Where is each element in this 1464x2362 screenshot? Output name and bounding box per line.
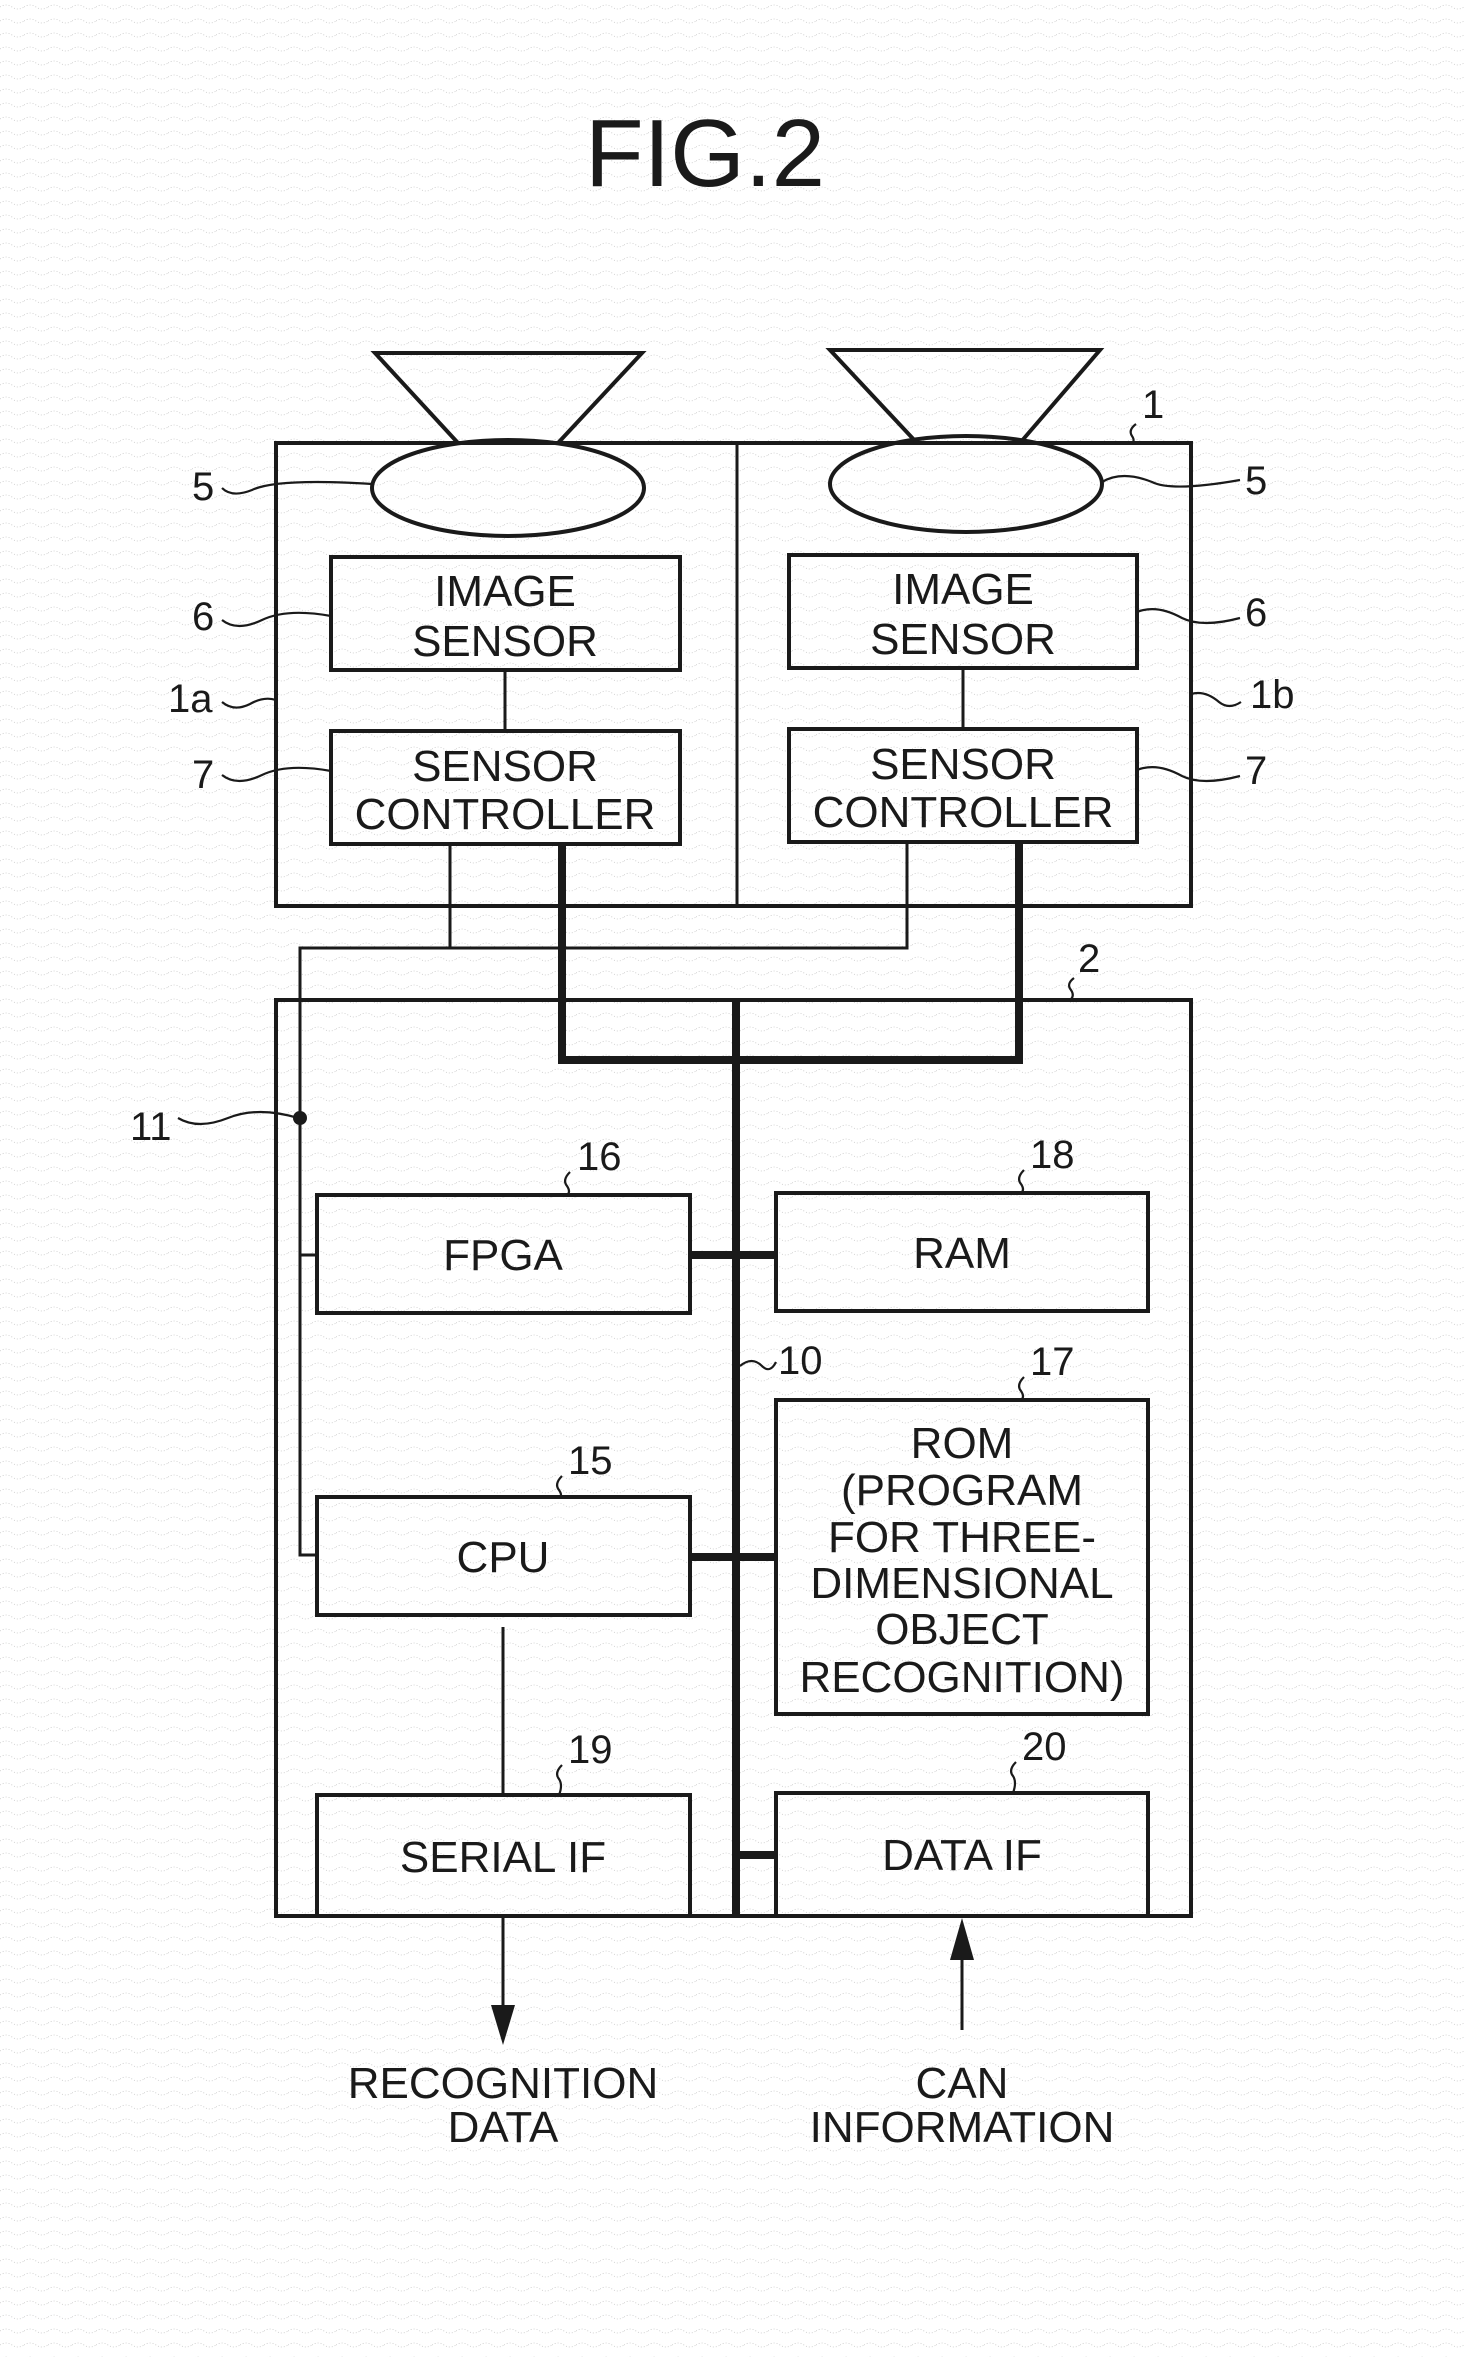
left-sensor-controller-line2: CONTROLLER	[355, 790, 656, 839]
ref-camera: 1	[1142, 383, 1164, 427]
patent-figure: FIG.2 IMAGE SENSOR SENSOR CONTROLLER IMA…	[0, 0, 1464, 2357]
rom-line1: ROM	[911, 1419, 1014, 1468]
figure-title: FIG.2	[585, 100, 825, 207]
right-sensor-controller-line1: SENSOR	[870, 740, 1056, 789]
ref-left-lens: 5	[192, 465, 214, 509]
ref-left-image-sensor: 6	[192, 595, 214, 639]
ref-serial-if: 19	[568, 1728, 613, 1772]
can-information-line2: INFORMATION	[810, 2103, 1115, 2152]
ref-right-lens: 5	[1245, 459, 1267, 503]
ref-serial-bus: 11	[130, 1105, 172, 1149]
left-image-sensor-line2: SENSOR	[412, 617, 598, 666]
ref-left-sensor-controller: 7	[192, 753, 214, 797]
block-diagram: FIG.2 IMAGE SENSOR SENSOR CONTROLLER IMA…	[0, 0, 1464, 2357]
ref-data-if: 20	[1022, 1725, 1067, 1769]
ref-right-unit: 1b	[1250, 673, 1295, 717]
ref-right-image-sensor: 6	[1245, 591, 1267, 635]
ref-data-bus: 10	[778, 1339, 823, 1383]
rom-line2: (PROGRAM	[841, 1466, 1083, 1515]
right-image-sensor-line1: IMAGE	[892, 565, 1034, 614]
fpga-label: FPGA	[443, 1231, 563, 1280]
can-information-line1: CAN	[916, 2059, 1009, 2108]
data-if-label: DATA IF	[882, 1831, 1042, 1880]
ref-cpu: 15	[568, 1439, 613, 1483]
left-image-sensor-line1: IMAGE	[434, 567, 576, 616]
left-sensor-controller-line1: SENSOR	[412, 742, 598, 791]
ref-ram: 18	[1030, 1133, 1075, 1177]
rom-line5: OBJECT	[875, 1605, 1049, 1654]
ref-right-sensor-controller: 7	[1245, 749, 1267, 793]
ref-rom: 17	[1030, 1340, 1075, 1384]
serial-if-label: SERIAL IF	[400, 1833, 606, 1882]
rom-line6: RECOGNITION)	[799, 1653, 1124, 1702]
recognition-data-line1: RECOGNITION	[348, 2059, 658, 2108]
cpu-label: CPU	[457, 1533, 550, 1582]
ram-label: RAM	[913, 1229, 1011, 1278]
ref-processing-unit: 2	[1078, 937, 1100, 981]
right-sensor-controller-line2: CONTROLLER	[813, 788, 1114, 837]
ref-left-unit: 1a	[168, 677, 213, 721]
rom-line3: FOR THREE-	[828, 1513, 1096, 1562]
recognition-data-line2: DATA	[448, 2103, 559, 2152]
ref-fpga: 16	[577, 1135, 622, 1179]
rom-line4: DIMENSIONAL	[810, 1559, 1113, 1608]
right-image-sensor-line2: SENSOR	[870, 615, 1056, 664]
